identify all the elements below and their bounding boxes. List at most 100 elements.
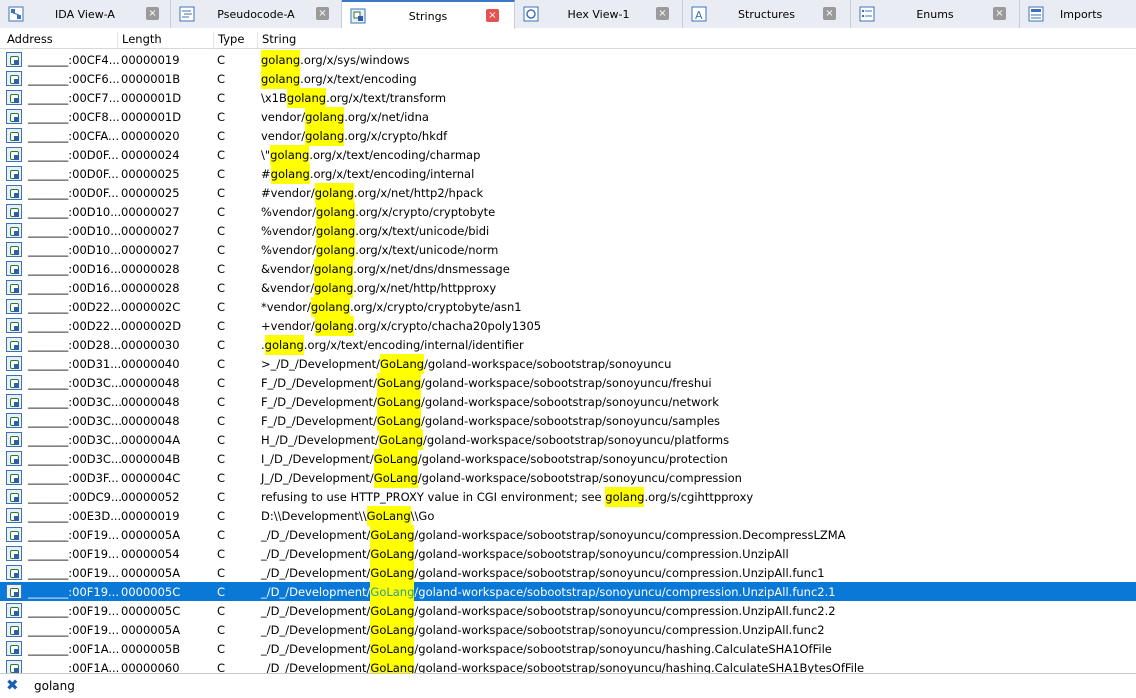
column-type[interactable]: Type (213, 32, 244, 49)
string-suffix: .org/x/crypto/hkdf (344, 129, 448, 143)
table-row[interactable]: _______:00F19... 0000005C C _/D_/Developmen… (0, 582, 1136, 602)
table-row[interactable]: _______:00F19... 0000005C C _/D_/Developmen… (0, 601, 1136, 621)
length-cell: 0000001B (121, 72, 181, 86)
address-cell: _______:00D16... (28, 281, 122, 295)
type-cell: C (217, 281, 226, 295)
string-cell: golang.org/x/text/encoding (261, 69, 417, 89)
table-row[interactable]: _______:00CF6... 0000001B Cgolang.org/x/te… (0, 69, 1136, 89)
string-suffix: /goland-workspace/sobootstrap/sonoyuncu/… (421, 376, 712, 390)
tab-enums[interactable]: Enums × (851, 0, 1020, 28)
string-suffix: .org/x/text/transform (326, 91, 447, 105)
string-cell: I_/D_/Development/GoLang/goland-workspac… (261, 449, 728, 469)
close-tab-icon[interactable]: × (656, 7, 669, 20)
table-row[interactable]: _______:00D16... 00000028 C &vendor/golang.… (0, 259, 1136, 279)
filter-text[interactable]: golang (34, 679, 75, 693)
table-row[interactable]: _______:00D3C... 00000048 C F_/D_/Developme… (0, 411, 1136, 431)
table-row[interactable]: _______:00D10... 00000027 C %vendor/golang.… (0, 240, 1136, 260)
tab-structures[interactable]: A Structures × (683, 0, 851, 28)
table-row[interactable]: _______:00D10... 00000027 C %vendor/golang.… (0, 202, 1136, 222)
table-row[interactable]: _______:00F1A... 0000005B C _/D_/Developmen… (0, 639, 1136, 659)
string-prefix: # (261, 167, 271, 181)
table-row[interactable]: _______:00E3D... 00000019 C D:\\Development… (0, 506, 1136, 526)
close-tab-icon[interactable]: × (993, 7, 1006, 20)
tab-hex-view-1[interactable]: Hex View-1 × (515, 0, 683, 28)
column-string[interactable]: String (257, 32, 296, 49)
table-row[interactable]: _______:00D31... 00000040 C >_/D_/Developme… (0, 354, 1136, 374)
string-prefix: H_/D_/Development/ (261, 433, 380, 447)
table-row[interactable]: _______:00D3C... 00000048 C F_/D_/Developme… (0, 392, 1136, 412)
string-prefix: I_/D_/Development/ (261, 452, 374, 466)
length-cell: 0000002C (121, 300, 181, 314)
address-cell: _______:00CF7... (28, 91, 120, 105)
type-cell: C (217, 395, 226, 409)
table-row[interactable]: _______:00CF8... 0000001D Cvendor/golang.o… (0, 107, 1136, 127)
string-item-icon (6, 71, 22, 86)
table-row[interactable]: _______:00D3F... 0000004C C J_/D_/Developme… (0, 468, 1136, 488)
address-cell: _______:00F19... (28, 547, 119, 561)
column-length[interactable]: Length (117, 32, 162, 49)
string-suffix: /goland-workspace/sobootstrap/sonoyuncu/… (421, 414, 721, 428)
tab-imports[interactable]: Imports (1020, 0, 1136, 28)
length-cell: 00000025 (121, 186, 180, 200)
column-address[interactable]: Address (3, 32, 53, 49)
table-row[interactable]: _______:00D22... 0000002D C +vendor/golang.… (0, 316, 1136, 336)
table-row[interactable]: _______:00F1A... 00000060 C _/D_/Developmen… (0, 658, 1136, 673)
table-row[interactable]: _______:00D3C... 0000004A C H_/D_/Developme… (0, 430, 1136, 450)
length-cell: 00000030 (121, 338, 180, 352)
table-row[interactable]: _______:00D0F... 00000025 C #golang.org/x/t… (0, 164, 1136, 184)
close-tab-icon[interactable]: × (823, 7, 836, 20)
length-cell: 00000054 (121, 547, 180, 561)
search-match-highlight: GoLang (370, 544, 415, 564)
table-row[interactable]: _______:00DC9... 00000052 Crefusing to use… (0, 487, 1136, 507)
address-cell: _______:00D10... (28, 224, 122, 238)
string-item-icon (6, 337, 22, 352)
tab-ida-view-a[interactable]: IDA View-A × (0, 0, 171, 28)
string-prefix: F_/D_/Development/ (261, 414, 378, 428)
string-item-icon (6, 128, 22, 143)
table-row[interactable]: _______:00CF4... 00000019 Cgolang.org/x/sy… (0, 50, 1136, 70)
string-cell: F_/D_/Development/GoLang/goland-workspac… (261, 411, 721, 431)
close-tab-icon[interactable]: × (486, 9, 499, 22)
table-row[interactable]: _______:00D10... 00000027 C %vendor/golang.… (0, 221, 1136, 241)
tab-pseudocode-a[interactable]: Pseudocode-A × (171, 0, 342, 28)
close-tab-icon[interactable]: × (316, 7, 329, 20)
string-prefix: >_/D_/Development/ (261, 357, 381, 371)
table-row[interactable]: _______:00D22... 0000002C C *vendor/golang.… (0, 297, 1136, 317)
search-match-highlight: golang (314, 259, 354, 279)
table-row[interactable]: _______:00F19... 0000005A C _/D_/Developmen… (0, 525, 1136, 545)
string-item-icon (6, 546, 22, 561)
table-row[interactable]: _______:00D28... 00000030 C .golang.org/x/t… (0, 335, 1136, 355)
table-row[interactable]: _______:00CFA... 00000020 Cvendor/golang.o… (0, 126, 1136, 146)
string-cell: >_/D_/Development/GoLang/goland-workspac… (261, 354, 672, 374)
table-row[interactable]: _______:00D0F... 00000025 C #vendor/golang.… (0, 183, 1136, 203)
string-suffix: /goland-workspace/sobootstrap/sonoyuncu/… (423, 433, 730, 447)
search-match-highlight: golang (314, 316, 354, 336)
string-item-icon (6, 432, 22, 447)
string-suffix: /goland-workspace/sobootstrap/sonoyuncu (424, 357, 672, 371)
string-prefix: D:\\Development\\ (261, 509, 367, 523)
address-cell: _______:00F19... (28, 566, 119, 580)
table-row[interactable]: _______:00D3C... 0000004B C I_/D_/Developme… (0, 449, 1136, 469)
close-tab-icon[interactable]: × (146, 7, 159, 20)
type-cell: C (217, 547, 226, 561)
table-row[interactable]: _______:00F19... 0000005A C _/D_/Developmen… (0, 620, 1136, 640)
string-suffix: .org/x/crypto/chacha20poly1305 (353, 319, 542, 333)
close-filter-icon[interactable]: ✖ (6, 677, 20, 693)
length-cell: 00000019 (121, 53, 180, 67)
table-row[interactable]: _______:00D3C... 00000048 C F_/D_/Developme… (0, 373, 1136, 393)
search-match-highlight: GoLang (373, 449, 418, 469)
tab-strings[interactable]: Strings × (342, 0, 515, 29)
table-row[interactable]: _______:00CF7... 0000001D C \x1Bgolang.org/… (0, 88, 1136, 108)
table-row[interactable]: _______:00F19... 00000054 C _/D_/Developmen… (0, 544, 1136, 564)
length-cell: 00000048 (121, 376, 180, 390)
table-row[interactable]: _______:00D16... 00000028 C &vendor/golang.… (0, 278, 1136, 298)
string-suffix: /goland-workspace/sobootstrap/sonoyuncu/… (414, 623, 825, 637)
table-row[interactable]: _______:00F19... 0000005A C _/D_/Developmen… (0, 563, 1136, 583)
type-cell: C (217, 414, 226, 428)
string-cell: F_/D_/Development/GoLang/goland-workspac… (261, 373, 712, 393)
string-suffix: .org/x/net/dns/dnsmessage (353, 262, 510, 276)
type-cell: C (217, 585, 226, 599)
table-row[interactable]: _______:00D0F... 00000024 C \"golang.org/x/… (0, 145, 1136, 165)
search-match-highlight: GoLang (377, 373, 422, 393)
search-match-highlight: golang (316, 202, 356, 222)
